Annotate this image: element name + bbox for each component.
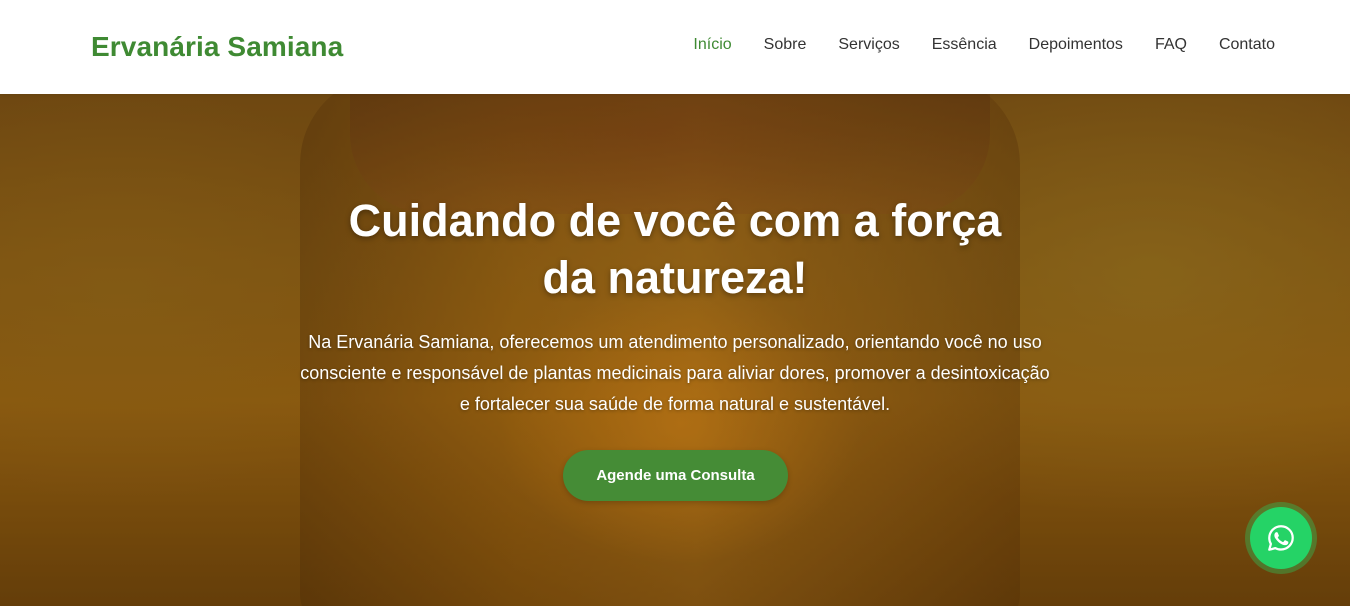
hero-headline-line2: da natureza!: [542, 252, 808, 303]
hero-description: Na Ervanária Samiana, oferecemos um aten…: [300, 332, 1050, 414]
main-nav: Início Sobre Serviços Essência Depoiment…: [693, 36, 1275, 54]
nav-item-essencia[interactable]: Essência: [932, 36, 997, 54]
whatsapp-icon: [1268, 525, 1294, 551]
nav-item-depoimentos[interactable]: Depoimentos: [1029, 36, 1123, 54]
hero-content: Cuidando de você com a força da natureza…: [0, 94, 1350, 606]
hero-headline-line1: Cuidando de você com a força: [348, 195, 1002, 246]
whatsapp-button-circle: [1250, 507, 1312, 569]
brand-logo-text[interactable]: Ervanária Samiana: [91, 31, 343, 63]
nav-item-faq[interactable]: FAQ: [1155, 36, 1187, 54]
nav-item-servicos[interactable]: Serviços: [838, 36, 899, 54]
whatsapp-floating-button[interactable]: [1245, 502, 1317, 574]
nav-item-sobre[interactable]: Sobre: [764, 36, 807, 54]
nav-item-inicio[interactable]: Início: [693, 36, 731, 54]
nav-item-contato[interactable]: Contato: [1219, 36, 1275, 54]
top-navigation-bar: Ervanária Samiana Início Sobre Serviços …: [0, 0, 1350, 94]
schedule-consultation-button[interactable]: Agende uma Consulta: [563, 450, 788, 501]
hero-headline: Cuidando de você com a força da natureza…: [300, 192, 1050, 306]
